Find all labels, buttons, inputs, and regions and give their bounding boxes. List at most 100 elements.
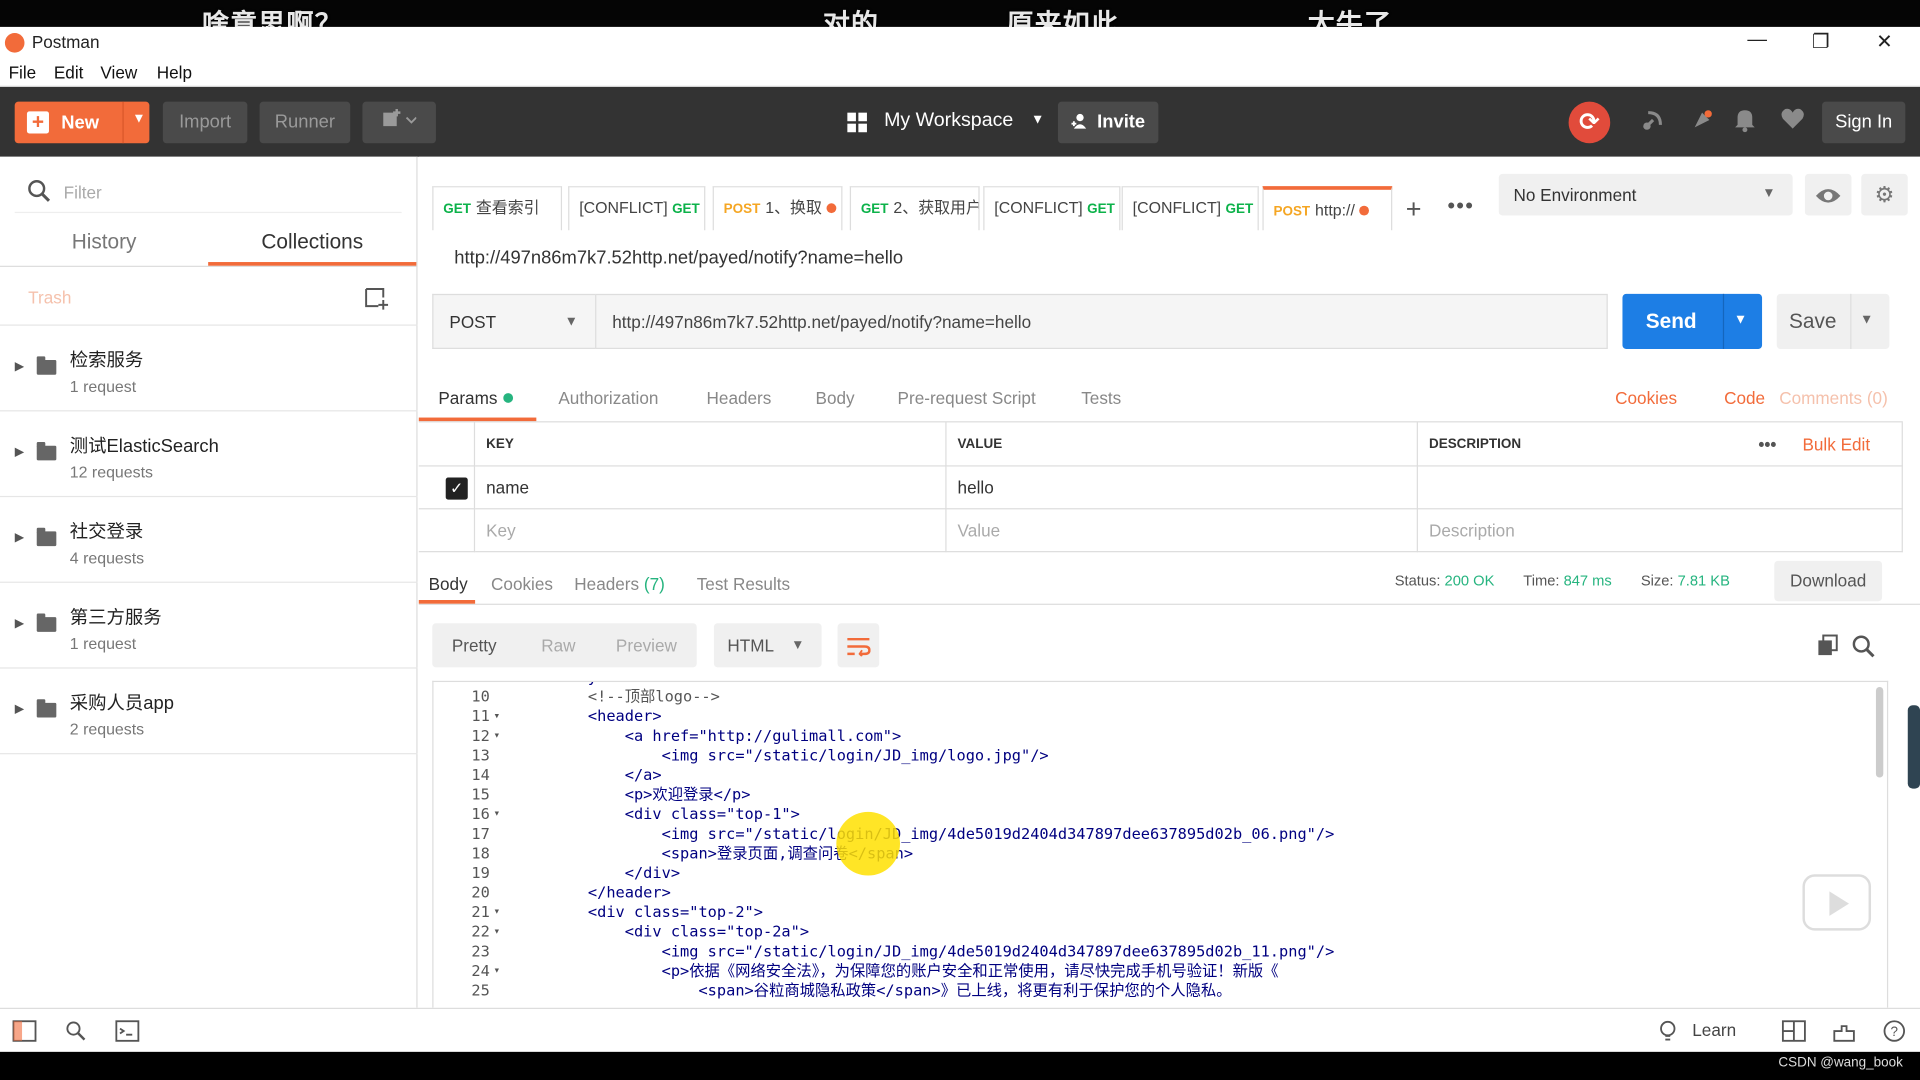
tab-body[interactable]: Body: [816, 388, 855, 408]
param-description-input[interactable]: [1417, 466, 1903, 510]
learn-link[interactable]: Learn: [1692, 1020, 1736, 1040]
filter-input[interactable]: Filter: [14, 171, 402, 214]
bulk-edit-link[interactable]: Bulk Edit: [1802, 422, 1870, 466]
environment-quick-look-button[interactable]: [1804, 173, 1852, 216]
help-icon[interactable]: ?: [1882, 1020, 1906, 1042]
collection-item[interactable]: ▶ 第三方服务 1 request: [0, 583, 418, 669]
collection-item[interactable]: ▶ 检索服务 1 request: [0, 326, 418, 412]
language-select[interactable]: HTML ▼: [713, 623, 822, 668]
collection-item[interactable]: ▶ 测试ElasticSearch 12 requests: [0, 411, 418, 498]
new-button[interactable]: + New ▼: [14, 101, 150, 144]
request-tab-active[interactable]: POST http://: [1262, 186, 1393, 231]
interceptor-icon[interactable]: [1689, 108, 1716, 135]
chevron-right-icon[interactable]: ▶: [15, 446, 24, 459]
maximize-button[interactable]: ❐: [1802, 29, 1839, 53]
comments-link[interactable]: Comments (0): [1779, 388, 1888, 408]
request-tab[interactable]: [CONFLICT] GET: [1121, 186, 1259, 231]
new-collection-icon[interactable]: [364, 285, 389, 310]
fold-toggle-icon[interactable]: ▾: [493, 961, 500, 981]
tab-headers[interactable]: Headers: [707, 388, 772, 408]
chevron-down-icon[interactable]: ▼: [1860, 312, 1873, 327]
close-window-button[interactable]: ✕: [1866, 29, 1903, 53]
param-key-input[interactable]: name: [475, 466, 947, 510]
tab-params[interactable]: Params: [438, 388, 514, 408]
new-window-button[interactable]: [362, 101, 436, 144]
request-tab[interactable]: POST 1、换取: [712, 186, 843, 231]
collection-count: 1 request: [69, 377, 137, 396]
chevron-down-icon[interactable]: ▼: [1734, 312, 1747, 327]
chevron-down-icon[interactable]: ▼: [132, 111, 145, 126]
more-options-icon[interactable]: •••: [1758, 422, 1776, 466]
fold-toggle-icon[interactable]: ▾: [493, 922, 500, 942]
copy-icon[interactable]: [1817, 634, 1839, 656]
new-description-input[interactable]: Description: [1417, 509, 1903, 553]
send-button[interactable]: Send ▼: [1622, 293, 1763, 349]
code-scrollbar[interactable]: [1875, 686, 1884, 778]
url-input[interactable]: http://497n86m7k7.52http.net/payed/notif…: [595, 293, 1608, 349]
import-button[interactable]: Import: [162, 101, 248, 144]
settings-button[interactable]: ⚙: [1861, 173, 1908, 216]
sign-in-button[interactable]: Sign In: [1822, 101, 1906, 144]
invite-button[interactable]: Invite: [1057, 101, 1159, 144]
save-button[interactable]: Save ▼: [1776, 293, 1890, 349]
tab-history[interactable]: History: [0, 230, 208, 267]
request-tab[interactable]: GET 2、获取用户: [849, 186, 980, 231]
response-code-viewer[interactable]: 25 <span>谷粒商城隐私政策</span>》已上线，将更有利于保护您的个人…: [432, 680, 1889, 1008]
menu-view[interactable]: View: [100, 62, 137, 82]
find-replace-icon[interactable]: [64, 1020, 88, 1042]
fold-toggle-icon[interactable]: ▾: [493, 682, 500, 687]
satellite-icon[interactable]: [1640, 108, 1667, 135]
toggle-sidebar-icon[interactable]: [12, 1020, 37, 1042]
more-tabs-icon[interactable]: •••: [1447, 193, 1474, 219]
chevron-right-icon[interactable]: ▶: [15, 360, 24, 373]
menu-help[interactable]: Help: [157, 62, 192, 82]
tab-response-cookies[interactable]: Cookies: [491, 574, 553, 594]
request-tab[interactable]: GET 查看索引: [432, 186, 563, 231]
code-link[interactable]: Code: [1724, 388, 1765, 408]
view-pretty[interactable]: Pretty: [452, 636, 497, 656]
method-select[interactable]: POST ▼: [432, 293, 596, 349]
collection-item[interactable]: ▶ 采购人员app 2 requests: [0, 669, 418, 755]
fold-toggle-icon[interactable]: ▾: [493, 804, 500, 824]
tab-response-body[interactable]: Body: [429, 574, 468, 594]
view-preview[interactable]: Preview: [616, 636, 677, 656]
minimize-button[interactable]: —: [1739, 29, 1776, 51]
request-tab[interactable]: [CONFLICT] GET: [983, 186, 1121, 231]
download-button[interactable]: Download: [1774, 560, 1883, 602]
page-scrollbar[interactable]: [1907, 705, 1920, 789]
menu-edit[interactable]: Edit: [54, 62, 84, 82]
environment-select[interactable]: No Environment ▼: [1498, 173, 1793, 216]
tab-test-results[interactable]: Test Results: [697, 574, 790, 594]
menu-file[interactable]: File: [9, 62, 37, 82]
sync-icon[interactable]: ⟳: [1568, 101, 1611, 144]
console-icon[interactable]: [115, 1020, 140, 1042]
heart-icon[interactable]: [1779, 108, 1806, 135]
notifications-bell-icon[interactable]: [1731, 108, 1758, 135]
new-tab-button[interactable]: +: [1406, 193, 1422, 225]
tab-pre-request-script[interactable]: Pre-request Script: [898, 388, 1036, 408]
bootcamp-icon[interactable]: [1832, 1020, 1856, 1042]
view-raw[interactable]: Raw: [541, 636, 575, 656]
param-value-input[interactable]: hello: [946, 466, 1418, 510]
request-tab[interactable]: [CONFLICT] GET: [568, 186, 706, 231]
chevron-right-icon[interactable]: ▶: [15, 617, 24, 630]
two-pane-view-icon[interactable]: [1781, 1020, 1806, 1042]
tab-tests[interactable]: Tests: [1081, 388, 1121, 408]
checkbox-checked[interactable]: ✓: [445, 477, 468, 500]
trash-link[interactable]: Trash: [28, 288, 71, 308]
collection-item[interactable]: ▶ 社交登录 4 requests: [0, 497, 418, 583]
tab-response-headers[interactable]: Headers (7): [574, 574, 665, 594]
tab-authorization[interactable]: Authorization: [558, 388, 658, 408]
fold-toggle-icon[interactable]: ▾: [493, 902, 500, 922]
fold-toggle-icon[interactable]: ▾: [493, 707, 500, 727]
play-button[interactable]: [1802, 874, 1872, 931]
cookies-link[interactable]: Cookies: [1615, 388, 1677, 408]
chevron-right-icon[interactable]: ▶: [15, 531, 24, 544]
new-value-input[interactable]: Value: [946, 509, 1418, 553]
search-icon[interactable]: [1851, 634, 1875, 658]
new-key-input[interactable]: Key: [475, 509, 947, 553]
chevron-right-icon[interactable]: ▶: [15, 703, 24, 716]
wrap-lines-button[interactable]: [837, 623, 880, 668]
runner-button[interactable]: Runner: [259, 101, 351, 144]
fold-toggle-icon[interactable]: ▾: [493, 726, 500, 746]
